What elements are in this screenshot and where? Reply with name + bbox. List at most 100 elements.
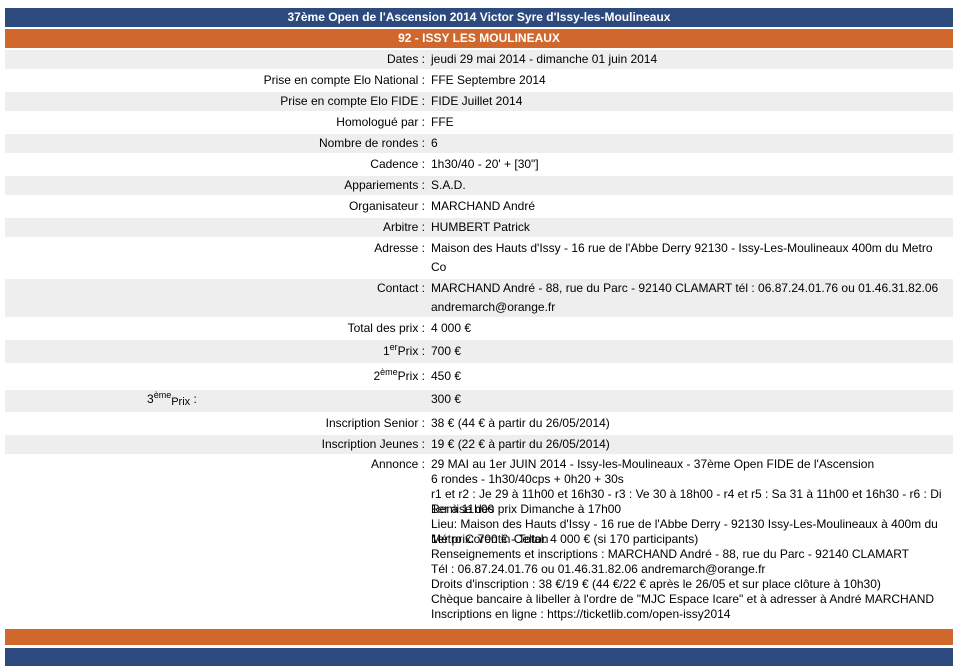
footer-orange-bar (5, 629, 953, 645)
info-label-text: Cadence : (370, 157, 425, 171)
prize-label: 2èmePrix : (5, 365, 428, 388)
annonce-line: Chèque bancaire à libeller à l'ordre de … (431, 592, 935, 606)
info-label-text: Arbitre : (382, 220, 425, 234)
info-row: Inscription Jeunes : 19 € (22 € à partir … (5, 435, 953, 454)
info-value-text: 4 000 € (431, 321, 472, 335)
prize-colon: : (418, 369, 425, 383)
prize-word: Prix (171, 396, 191, 408)
info-value: FFE (428, 113, 953, 132)
prize-label: 3èmePrix : (5, 390, 428, 412)
info-label-text: Organisateur : (348, 199, 425, 213)
department-banner: 92 - ISSY LES MOULINEAUX (5, 29, 953, 48)
info-label-text: Adresse : (374, 241, 425, 255)
prize-rank-number: 3 (147, 392, 154, 406)
info-label: Nombre de rondes : (5, 134, 428, 153)
info-row: Contact : MARCHAND André - 88, rue du Par… (5, 279, 953, 317)
info-value: 19 € (22 € à partir du 26/05/2014) (428, 435, 953, 454)
info-value-text: jeudi 29 mai 2014 - dimanche 01 juin 201… (431, 52, 658, 66)
prize-value: 300 € (428, 390, 953, 412)
annonce-line: Remise des prix Dimanche à 17h00 (431, 502, 622, 516)
info-value: MARCHAND André - 88, rue du Parc - 92140… (428, 279, 953, 317)
info-label-text: Nombre de rondes : (318, 136, 425, 150)
info-label-text: Contact : (376, 281, 425, 295)
annonce-line: 1er prix: 700 € - Total: 4 000 € (si 170… (431, 532, 699, 546)
info-label-text: Prise en compte Elo FIDE : (280, 94, 425, 108)
annonce-line: 6 rondes - 1h30/40cps + 0h20 + 30s (431, 472, 624, 486)
annonce-line: Tél : 06.87.24.01.76 ou 01.46.31.82.06 a… (431, 562, 766, 576)
annonce-line: 29 MAI au 1er JUIN 2014 - Issy-les-Mouli… (431, 457, 875, 471)
info-value: Maison des Hauts d'Issy - 16 rue de l'Ab… (428, 239, 953, 277)
info-value: S.A.D. (428, 176, 953, 195)
prize-rank-suffix: er (389, 342, 398, 352)
info-label-text: Dates : (386, 52, 425, 66)
info-value: FIDE Juillet 2014 (428, 92, 953, 111)
info-label: Inscription Senior : (5, 414, 428, 433)
info-value: 1h30/40 - 20' + [30"] (428, 155, 953, 174)
info-label: Prise en compte Elo National : (5, 71, 428, 90)
tournament-card: 37ème Open de l'Ascension 2014 Victor Sy… (5, 8, 953, 666)
info-row: Cadence : 1h30/40 - 20' + [30"] (5, 155, 953, 174)
prize-rank-suffix: ème (380, 367, 398, 377)
annonce-line: Lieu: Maison des Hauts d'Issy - 16 rue d… (431, 517, 938, 546)
info-value-text: S.A.D. (431, 178, 466, 192)
info-label: Cadence : (5, 155, 428, 174)
info-value-text: FIDE Juillet 2014 (431, 94, 523, 108)
prize-word: Prix (397, 344, 419, 358)
info-value-text: Maison des Hauts d'Issy - 16 rue de l'Ab… (431, 241, 933, 274)
info-value: 6 (428, 134, 953, 153)
info-label: Arbitre : (5, 218, 428, 237)
annonce-label-text: Annonce : (370, 457, 425, 471)
info-label-text: Inscription Jeunes : (321, 437, 425, 451)
info-value-text: HUMBERT Patrick (431, 220, 530, 234)
info-label: Organisateur : (5, 197, 428, 216)
prize-label: 1erPrix : (5, 340, 428, 363)
info-row: Nombre de rondes : 6 (5, 134, 953, 153)
prize-row: 3èmePrix :300 € (5, 390, 953, 412)
info-value-text: 6 (431, 136, 438, 150)
info-label: Inscription Jeunes : (5, 435, 428, 454)
info-row: Arbitre : HUMBERT Patrick (5, 218, 953, 237)
prize-rank-suffix: ème (153, 390, 172, 400)
info-value-text: MARCHAND André (431, 199, 536, 213)
info-value: 38 € (44 € à partir du 26/05/2014) (428, 414, 953, 433)
info-label: Contact : (5, 279, 428, 317)
prize-value: 450 € (428, 365, 953, 388)
info-label-text: Total des prix : (347, 321, 425, 335)
prize-value: 700 € (428, 340, 953, 363)
prize-word: Prix (397, 369, 419, 383)
info-row: Prise en compte Elo National : FFE Septem… (5, 71, 953, 90)
tournament-title: 37ème Open de l'Ascension 2014 Victor Sy… (5, 8, 953, 27)
prize-value-text: 700 € (431, 344, 462, 358)
info-label-text: Prise en compte Elo National : (263, 73, 425, 87)
annonce-line: r1 et r2 : Je 29 à 11h00 et 16h30 - r3 :… (431, 487, 942, 516)
info-label: Prise en compte Elo FIDE : (5, 92, 428, 111)
prize-row: 2èmePrix :450 € (5, 365, 953, 388)
info-label: Homologué par : (5, 113, 428, 132)
info-row: Adresse : Maison des Hauts d'Issy - 16 ru… (5, 239, 953, 277)
info-value: MARCHAND André (428, 197, 953, 216)
info-value-text: 38 € (44 € à partir du 26/05/2014) (431, 416, 610, 430)
prize-colon: : (190, 392, 197, 406)
prize-row: 1erPrix :700 € (5, 340, 953, 363)
info-row: Dates : jeudi 29 mai 2014 - dimanche 01 j… (5, 50, 953, 69)
info-row: Homologué par : FFE (5, 113, 953, 132)
info-value-text: MARCHAND André - 88, rue du Parc - 92140… (431, 281, 939, 314)
info-row: Appariements : S.A.D. (5, 176, 953, 195)
tournament-info-table: Dates : jeudi 29 mai 2014 - dimanche 01 j… (5, 48, 953, 626)
annonce-value: 29 MAI au 1er JUIN 2014 - Issy-les-Mouli… (428, 456, 953, 624)
prize-value-text: 450 € (431, 369, 462, 383)
prize-colon: : (418, 344, 425, 358)
info-label: Dates : (5, 50, 428, 69)
info-row: Organisateur : MARCHAND André (5, 197, 953, 216)
info-row: Inscription Senior : 38 € (44 € à partir … (5, 414, 953, 433)
info-label: Appariements : (5, 176, 428, 195)
info-value-text: FFE (431, 115, 454, 129)
footer-navy-bar (5, 648, 953, 666)
info-value: 4 000 € (428, 319, 953, 338)
info-label: Total des prix : (5, 319, 428, 338)
info-row: Total des prix : 4 000 € (5, 319, 953, 338)
annonce-row: Annonce : 29 MAI au 1er JUIN 2014 - Issy-… (5, 456, 953, 624)
info-label-text: Homologué par : (336, 115, 425, 129)
info-value-text: 1h30/40 - 20' + [30"] (431, 157, 539, 171)
prize-value-text: 300 € (431, 392, 462, 406)
